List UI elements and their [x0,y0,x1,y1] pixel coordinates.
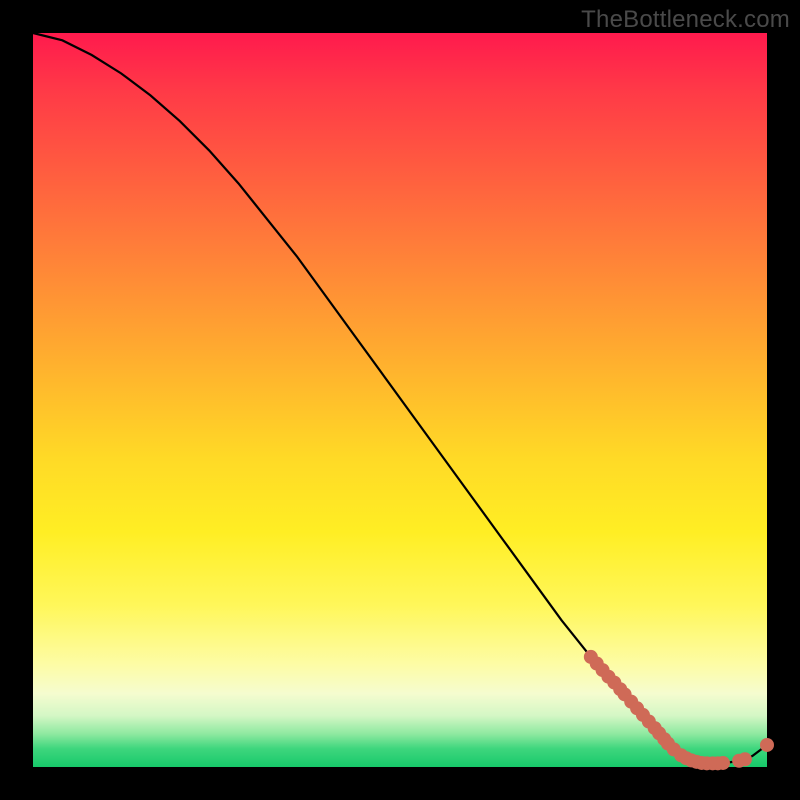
data-point [760,738,774,752]
data-points-group [584,650,774,770]
data-point [738,752,752,766]
chart-frame: TheBottleneck.com [0,0,800,800]
data-point [716,756,730,770]
watermark-text: TheBottleneck.com [581,6,790,34]
bottleneck-curve [33,33,767,763]
chart-plot-area [33,33,767,767]
chart-svg [33,33,767,767]
